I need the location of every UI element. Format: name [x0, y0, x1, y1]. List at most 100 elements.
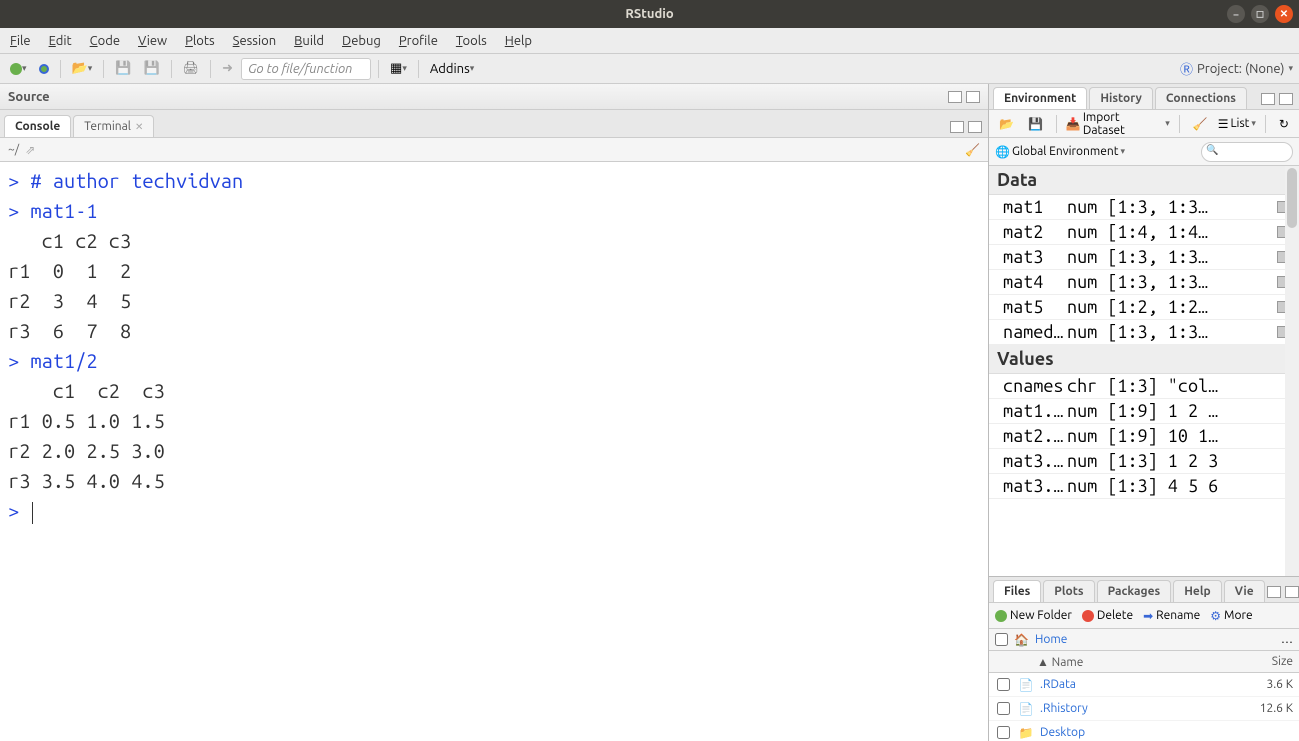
main-toolbar: ▾ 📂▾ 💾 💾 🖨 ➜ Go to file/function ▦▾ Addi…: [0, 54, 1299, 84]
env-var-name: named…: [989, 322, 1067, 342]
titlebar: RStudio – ◻ ✕: [0, 0, 1299, 28]
save-workspace-button[interactable]: 💾: [1024, 115, 1047, 133]
env-var-name: mat2: [989, 222, 1067, 242]
goto-file-input[interactable]: Go to file/function: [241, 58, 371, 80]
env-row[interactable]: mat2.…num [1:9] 10 1…: [989, 424, 1299, 449]
console-popout-icon[interactable]: ⇗: [25, 143, 35, 157]
more-button[interactable]: ⚙More: [1210, 609, 1252, 623]
env-row[interactable]: cnameschr [1:3] "col…: [989, 374, 1299, 399]
console-output[interactable]: > # author techvidvan > mat1-1 c1 c2 c3 …: [0, 162, 988, 741]
env-row[interactable]: named…num [1:3, 1:3…: [989, 320, 1299, 345]
env-row[interactable]: mat2num [1:4, 1:4…: [989, 220, 1299, 245]
home-icon[interactable]: 🏠: [1014, 633, 1029, 647]
menu-plots[interactable]: Plots: [185, 34, 215, 48]
file-size: 3.6 K: [1249, 678, 1299, 691]
console-pane-max-icon[interactable]: [968, 121, 982, 133]
source-pane-header: Source: [0, 84, 988, 110]
close-icon[interactable]: ✕: [135, 121, 143, 133]
new-folder-button[interactable]: New Folder: [995, 609, 1072, 622]
list-view-button[interactable]: ☰ List ▾: [1218, 117, 1256, 131]
tab-viewer[interactable]: Vie: [1224, 580, 1265, 602]
scrollbar[interactable]: [1285, 166, 1299, 576]
maximize-button[interactable]: ◻: [1251, 5, 1269, 23]
menu-debug[interactable]: Debug: [342, 34, 381, 48]
env-row[interactable]: mat3num [1:3, 1:3…: [989, 245, 1299, 270]
env-var-value: chr [1:3] "col…: [1067, 376, 1299, 396]
pane-minimize-icon[interactable]: [948, 91, 962, 103]
save-all-button[interactable]: 💾: [139, 59, 163, 78]
env-row[interactable]: mat1.…num [1:9] 1 2 …: [989, 399, 1299, 424]
menu-code[interactable]: Code: [90, 34, 120, 48]
env-row[interactable]: mat4num [1:3, 1:3…: [989, 270, 1299, 295]
menu-edit[interactable]: Edit: [49, 34, 72, 48]
new-file-button[interactable]: ▾: [6, 61, 31, 77]
col-size[interactable]: Size: [1249, 655, 1299, 668]
file-name[interactable]: .Rhistory: [1040, 702, 1249, 715]
env-pane-max-icon[interactable]: [1279, 93, 1293, 105]
menu-build[interactable]: Build: [294, 34, 324, 48]
clear-console-icon[interactable]: 🧹: [965, 143, 980, 157]
minimize-button[interactable]: –: [1227, 5, 1245, 23]
menu-tools[interactable]: Tools: [456, 34, 487, 48]
files-pane-max-icon[interactable]: [1285, 586, 1299, 598]
file-name[interactable]: Desktop: [1040, 726, 1249, 739]
import-dataset-button[interactable]: 📥 Import Dataset ▾: [1066, 111, 1170, 137]
env-var-value: num [1:3, 1:3…: [1067, 247, 1277, 267]
menu-session[interactable]: Session: [233, 34, 276, 48]
file-row[interactable]: 📁Desktop: [989, 721, 1299, 741]
tab-files[interactable]: Files: [993, 580, 1041, 602]
tab-terminal[interactable]: Terminal✕: [73, 115, 154, 137]
save-button[interactable]: 💾: [111, 59, 135, 78]
delete-button[interactable]: Delete: [1082, 609, 1133, 622]
env-pane-min-icon[interactable]: [1261, 93, 1275, 105]
file-row[interactable]: 📄.RData3.6 K: [989, 673, 1299, 697]
env-var-name: mat4: [989, 272, 1067, 292]
project-selector[interactable]: Ⓡ Project: (None) ▾: [1180, 59, 1293, 78]
tab-history[interactable]: History: [1089, 87, 1153, 109]
env-var-name: mat3.…: [989, 476, 1067, 496]
tab-connections[interactable]: Connections: [1155, 87, 1247, 109]
file-checkbox[interactable]: [997, 678, 1010, 691]
rename-button[interactable]: ➡Rename: [1143, 609, 1200, 623]
env-var-value: num [1:9] 10 1…: [1067, 426, 1299, 446]
pane-maximize-icon[interactable]: [966, 91, 980, 103]
console-pane-min-icon[interactable]: [950, 121, 964, 133]
env-row[interactable]: mat5num [1:2, 1:2…: [989, 295, 1299, 320]
addins-button[interactable]: Addins ▾: [426, 60, 478, 78]
tab-help[interactable]: Help: [1173, 580, 1221, 602]
close-button[interactable]: ✕: [1275, 5, 1293, 23]
env-row[interactable]: mat3.…num [1:3] 4 5 6: [989, 474, 1299, 499]
file-name[interactable]: .RData: [1040, 678, 1249, 691]
tab-plots[interactable]: Plots: [1043, 580, 1094, 602]
path-more-icon[interactable]: …: [1281, 633, 1293, 646]
breadcrumb-home[interactable]: Home: [1035, 633, 1067, 646]
load-workspace-button[interactable]: 📂: [995, 115, 1018, 133]
env-row[interactable]: mat3.…num [1:3] 1 2 3: [989, 449, 1299, 474]
env-var-name: cnames: [989, 376, 1067, 396]
file-row[interactable]: 📄.Rhistory12.6 K: [989, 697, 1299, 721]
new-project-button[interactable]: [35, 62, 53, 76]
menu-view[interactable]: View: [138, 34, 167, 48]
menu-profile[interactable]: Profile: [399, 34, 438, 48]
scope-selector[interactable]: 🌐 Global Environment ▾: [995, 145, 1125, 159]
tab-packages[interactable]: Packages: [1097, 580, 1172, 602]
tab-console[interactable]: Console: [4, 115, 71, 137]
files-list[interactable]: 📄.RData3.6 K📄.Rhistory12.6 K📁Desktop: [989, 673, 1299, 741]
grid-view-button[interactable]: ▦▾: [386, 59, 411, 78]
env-row[interactable]: mat1num [1:3, 1:3…: [989, 195, 1299, 220]
clear-env-button[interactable]: 🧹: [1189, 115, 1212, 133]
tab-environment[interactable]: Environment: [993, 87, 1087, 109]
open-file-button[interactable]: 📂▾: [68, 59, 97, 78]
refresh-env-button[interactable]: ↻: [1275, 115, 1293, 133]
files-pane-min-icon[interactable]: [1267, 586, 1281, 598]
print-button[interactable]: 🖨: [179, 59, 204, 78]
environment-list[interactable]: Datamat1num [1:3, 1:3…mat2num [1:4, 1:4……: [989, 166, 1299, 576]
file-checkbox[interactable]: [997, 702, 1010, 715]
menu-help[interactable]: Help: [505, 34, 532, 48]
env-search-input[interactable]: [1201, 142, 1293, 162]
file-checkbox[interactable]: [997, 726, 1010, 739]
select-all-checkbox[interactable]: [995, 633, 1008, 646]
menu-file[interactable]: File: [10, 34, 31, 48]
col-name[interactable]: ▲ Name: [1017, 655, 1249, 669]
files-breadcrumb: 🏠 Home …: [989, 629, 1299, 651]
